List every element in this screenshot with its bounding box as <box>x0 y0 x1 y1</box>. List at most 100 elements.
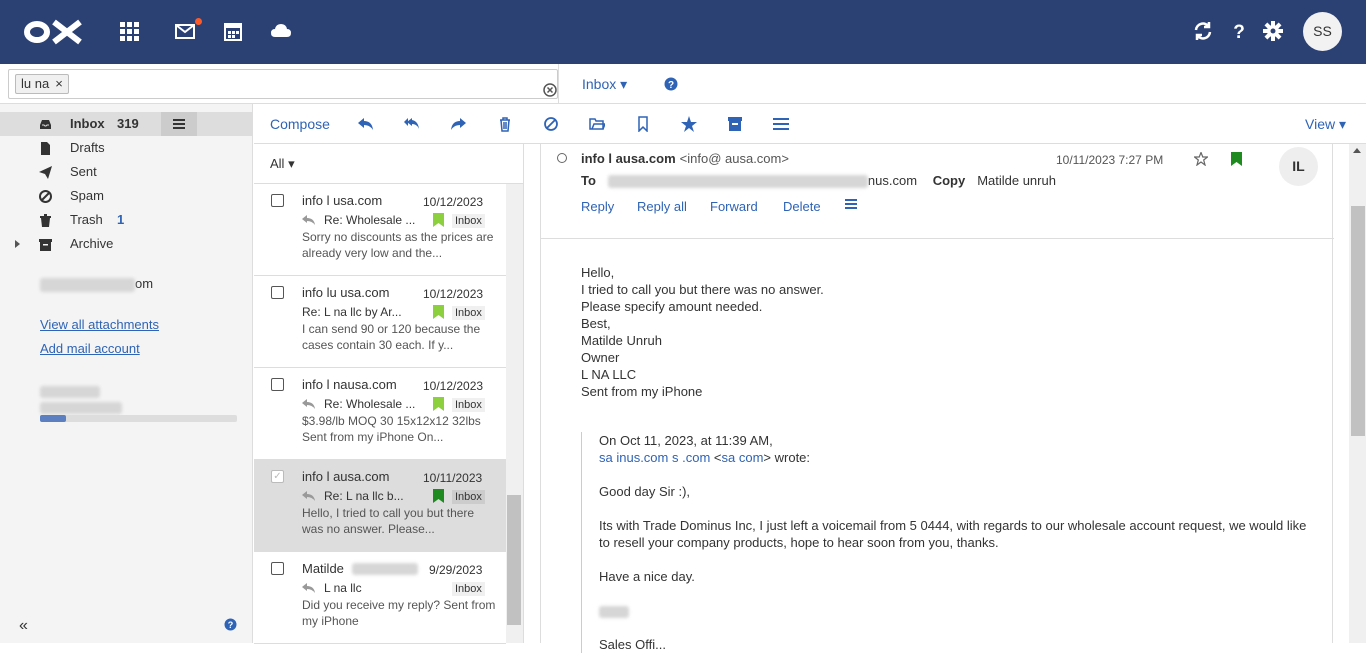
flag-icon[interactable] <box>433 489 444 503</box>
flag-icon[interactable] <box>433 305 444 319</box>
reading-pane-scrollbar-thumb[interactable] <box>1351 206 1365 436</box>
flag-icon[interactable] <box>433 213 444 227</box>
sidebar-item-spam[interactable]: Spam <box>0 184 253 208</box>
mail-subject: Re: L na llc b... <box>324 489 404 503</box>
scroll-up-icon[interactable] <box>1353 148 1361 153</box>
select-checkbox[interactable] <box>271 286 284 299</box>
body-line: Please specify amount needed. <box>581 299 763 314</box>
folder-label: Inbox <box>70 116 105 131</box>
user-avatar[interactable]: SS <box>1303 12 1342 51</box>
mail-subject: L na llc <box>324 581 362 595</box>
redacted-text <box>40 277 135 292</box>
list-scrollbar-thumb[interactable] <box>507 495 521 625</box>
copy-value[interactable]: Matilde unruh <box>977 173 1056 188</box>
mail-subject: Re: Wholesale ... <box>324 397 416 411</box>
archive-icon[interactable] <box>727 116 743 132</box>
search-token-label: lu na <box>21 76 50 91</box>
sidebar-item-inbox[interactable]: Inbox 319 <box>0 112 253 136</box>
reply-all-icon[interactable] <box>404 116 420 132</box>
compose-button[interactable]: Compose <box>270 116 330 132</box>
list-item[interactable]: info l nausa.com 10/12/2023 Re: Wholesal… <box>254 368 506 460</box>
sidebar-item-drafts[interactable]: Drafts <box>0 136 253 160</box>
clear-search-icon[interactable] <box>543 83 557 97</box>
folder-label: Sent <box>70 164 97 179</box>
quota-fill <box>40 415 66 422</box>
search-divider <box>558 64 559 104</box>
refresh-icon[interactable] <box>1192 20 1214 42</box>
select-checkbox[interactable] <box>271 194 284 207</box>
quota-label <box>40 383 122 414</box>
quota-bar <box>40 415 237 422</box>
gear-icon[interactable] <box>1262 20 1284 42</box>
quote-line-redacted <box>599 602 1311 619</box>
delete-button[interactable]: Delete <box>783 199 821 214</box>
view-attachments-link[interactable]: View all attachments <box>40 317 159 332</box>
calendar-icon[interactable] <box>222 20 244 42</box>
replied-icon <box>302 583 315 593</box>
mail-date: 10/12/2023 <box>423 379 484 393</box>
reply-button[interactable]: Reply <box>581 199 614 214</box>
email-link[interactable]: sa inus.com <box>599 450 668 465</box>
select-checkbox[interactable] <box>271 562 284 575</box>
email-link[interactable]: sa com <box>722 450 764 465</box>
select-all-dropdown[interactable]: All ▾ <box>270 156 295 172</box>
list-item[interactable]: info lu usa.com 10/12/2023 Re: L na llc … <box>254 276 506 368</box>
list-item[interactable]: Matilde 9/29/2023 L na llc Inbox Did you… <box>254 552 506 644</box>
delete-icon[interactable] <box>497 116 513 132</box>
body-line: Best, <box>581 316 611 331</box>
mail-date: 9/29/2023 <box>429 563 483 577</box>
block-icon <box>39 190 52 203</box>
to-value[interactable]: nus.com <box>868 173 917 188</box>
reading-pane: info l ausa.com <info@ ausa.com> 10/11/20… <box>540 144 1334 653</box>
spam-icon[interactable] <box>543 116 559 132</box>
cloud-icon[interactable] <box>270 20 292 42</box>
ox-logo[interactable] <box>24 18 84 46</box>
list-header: All ▾ <box>254 144 524 184</box>
add-mail-account-link[interactable]: Add mail account <box>40 341 140 356</box>
message-from[interactable]: info l ausa.com <info@ ausa.com> <box>581 151 789 166</box>
mail-from: info l ausa.com <box>302 469 390 484</box>
forward-icon[interactable] <box>450 116 466 132</box>
mail-from: info l nausa.com <box>302 377 397 392</box>
star-icon[interactable] <box>1194 152 1208 166</box>
star-icon[interactable] <box>681 116 697 132</box>
body-line: Sent from my iPhone <box>581 384 703 399</box>
sidebar-item-trash[interactable]: Trash 1 <box>0 208 253 232</box>
sidebar-item-archive[interactable]: Archive <box>0 232 253 256</box>
more-actions-icon[interactable] <box>845 198 857 210</box>
collapse-sidebar-button[interactable]: « <box>19 617 28 635</box>
search-help-icon[interactable]: ? <box>664 77 678 91</box>
quote-line: Have a nice day. <box>599 569 695 584</box>
list-item-selected[interactable]: ✓ info l ausa.com 10/11/2023 Re: L na ll… <box>254 460 506 552</box>
remove-token-icon[interactable]: × <box>55 76 63 91</box>
apps-grid-icon[interactable] <box>118 20 140 42</box>
search-input[interactable]: lu na × <box>8 69 558 99</box>
folder-menu-button[interactable] <box>161 112 197 136</box>
reply-all-button[interactable]: Reply all <box>637 199 687 214</box>
bookmark-icon[interactable] <box>635 116 651 133</box>
unread-toggle-icon[interactable] <box>557 153 567 163</box>
flag-icon[interactable] <box>1231 152 1242 166</box>
select-checkbox[interactable]: ✓ <box>271 470 284 483</box>
help-icon[interactable]: ? <box>224 618 237 631</box>
forward-button[interactable]: Forward <box>710 199 758 214</box>
select-checkbox[interactable] <box>271 378 284 391</box>
folder-select-dropdown[interactable]: Inbox ▾ <box>582 76 627 93</box>
move-folder-icon[interactable] <box>589 116 607 132</box>
more-actions-icon[interactable] <box>773 116 789 132</box>
mail-subject: Re: Wholesale ... <box>324 213 416 227</box>
view-dropdown[interactable]: View ▾ <box>1305 116 1346 133</box>
mail-icon[interactable] <box>174 20 196 42</box>
recipients: To nus.com Copy Matilde unruh <box>581 173 1056 189</box>
help-icon[interactable]: ? <box>1228 20 1250 43</box>
account-name[interactable]: om <box>40 276 153 292</box>
folder-label: Spam <box>70 188 104 203</box>
list-item[interactable]: info l usa.com 10/12/2023 Re: Wholesale … <box>254 184 506 276</box>
notification-dot <box>195 18 202 25</box>
email-link[interactable]: s .com <box>672 450 710 465</box>
reply-icon[interactable] <box>358 116 374 132</box>
sidebar-item-sent[interactable]: Sent <box>0 160 253 184</box>
expand-caret-icon[interactable] <box>15 240 20 248</box>
flag-icon[interactable] <box>433 397 444 411</box>
search-token[interactable]: lu na × <box>15 74 69 94</box>
